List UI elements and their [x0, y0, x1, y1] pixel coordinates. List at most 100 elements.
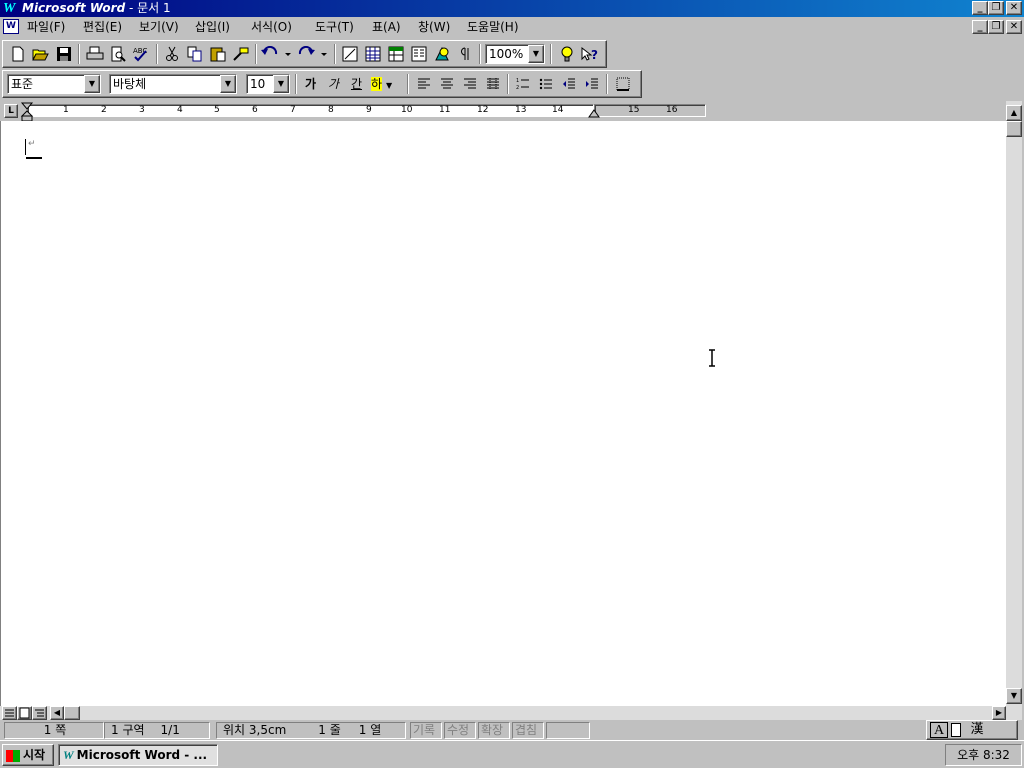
- normal-view-icon[interactable]: [2, 706, 17, 720]
- menu-table[interactable]: 표(A): [372, 19, 401, 35]
- window-title: Microsoft Word - 문서 1: [22, 0, 171, 17]
- status-trk-text: 수정: [447, 723, 470, 737]
- scroll-left-arrow-icon[interactable]: ◀: [50, 706, 64, 720]
- ime-english-icon[interactable]: A: [930, 722, 948, 738]
- numbering-icon[interactable]: 12: [511, 74, 534, 96]
- taskbar-word-button[interactable]: W Microsoft Word - ...: [58, 744, 218, 766]
- document-control-icon[interactable]: W: [3, 19, 19, 34]
- outline-view-icon[interactable]: [32, 706, 47, 720]
- font-select[interactable]: 바탕체 ▼: [109, 74, 237, 94]
- clock[interactable]: 오후 8:32: [957, 748, 1010, 762]
- borders-icon[interactable]: [611, 74, 634, 96]
- menu-help[interactable]: 도움말(H): [467, 19, 519, 35]
- paste-icon[interactable]: [206, 44, 229, 66]
- scroll-right-arrow-icon[interactable]: ▶: [992, 706, 1006, 720]
- status-rec-text: 기록: [413, 723, 436, 737]
- font-size-dropdown-arrow-icon[interactable]: ▼: [273, 75, 289, 93]
- cut-icon[interactable]: [160, 44, 183, 66]
- scroll-down-arrow-icon[interactable]: ▼: [1006, 688, 1022, 704]
- toolbar-separator: [295, 74, 297, 94]
- tab-stop-selector-icon[interactable]: L: [4, 104, 18, 118]
- doc-close-button[interactable]: ✕: [1006, 20, 1022, 34]
- style-select[interactable]: 표준 ▼: [7, 74, 101, 94]
- right-indent-marker-icon[interactable]: [587, 109, 601, 119]
- status-ovr[interactable]: 겹침: [512, 722, 544, 739]
- align-left-icon[interactable]: [412, 74, 435, 96]
- ime-fullwidth-icon[interactable]: [951, 723, 961, 737]
- save-icon[interactable]: [52, 44, 75, 66]
- justify-icon[interactable]: [481, 74, 504, 96]
- status-section-text: 1 구역: [111, 723, 145, 737]
- ruler-number: 14: [552, 105, 564, 115]
- doc-minimize-button[interactable]: _: [972, 20, 988, 34]
- zoom-select[interactable]: 100% ▼: [485, 44, 545, 64]
- insert-excel-icon[interactable]: [384, 44, 407, 66]
- open-icon[interactable]: [29, 44, 52, 66]
- vertical-scroll-thumb[interactable]: [1006, 121, 1022, 137]
- document-editing-area[interactable]: ↵: [0, 121, 1006, 706]
- bullets-icon[interactable]: [534, 74, 557, 96]
- ruler-number: 16: [666, 105, 678, 115]
- horizontal-scroll-thumb[interactable]: [64, 706, 80, 720]
- menu-tools[interactable]: 도구(T): [315, 19, 354, 35]
- print-preview-icon[interactable]: [106, 44, 129, 66]
- ruler-number: 1: [63, 105, 69, 115]
- italic-button[interactable]: 가: [322, 74, 345, 96]
- close-button[interactable]: ✕: [1006, 1, 1022, 15]
- help-icon[interactable]: ?: [578, 44, 601, 66]
- tip-wizard-icon[interactable]: [555, 44, 578, 66]
- style-dropdown-arrow-icon[interactable]: ▼: [84, 75, 100, 93]
- scroll-up-arrow-icon[interactable]: ▲: [1006, 105, 1022, 121]
- autoformat-icon[interactable]: [338, 44, 361, 66]
- increase-indent-icon[interactable]: [580, 74, 603, 96]
- status-trk[interactable]: 수정: [444, 722, 476, 739]
- spelling-icon[interactable]: ABC: [129, 44, 152, 66]
- menu-edit[interactable]: 편집(E): [83, 19, 122, 35]
- vertical-scrollbar[interactable]: ▲ ▼: [1006, 101, 1022, 706]
- font-dropdown-arrow-icon[interactable]: ▼: [220, 75, 236, 93]
- redo-icon[interactable]: [295, 44, 329, 66]
- print-icon[interactable]: [83, 44, 106, 66]
- restore-button[interactable]: ❐: [988, 1, 1004, 15]
- zoom-dropdown-arrow-icon[interactable]: ▼: [528, 45, 544, 63]
- font-size-value: 10: [250, 77, 266, 91]
- ruler-text-area[interactable]: [27, 104, 594, 117]
- ruler-right-margin[interactable]: [594, 104, 706, 117]
- copy-icon[interactable]: [183, 44, 206, 66]
- drawing-icon[interactable]: [430, 44, 453, 66]
- menu-file[interactable]: 파일(F): [27, 19, 65, 35]
- insert-table-icon[interactable]: [361, 44, 384, 66]
- font-value: 바탕체: [113, 77, 147, 91]
- toolbar-separator: [479, 44, 481, 64]
- bold-button[interactable]: 가: [299, 74, 322, 96]
- page-layout-view-icon[interactable]: [17, 706, 32, 720]
- windows-logo-icon: [6, 749, 20, 762]
- start-button[interactable]: 시작: [2, 744, 54, 766]
- new-icon[interactable]: [6, 44, 29, 66]
- undo-icon[interactable]: [259, 44, 293, 66]
- show-hide-icon[interactable]: [453, 44, 476, 66]
- doc-restore-button[interactable]: ❐: [988, 20, 1004, 34]
- align-center-icon[interactable]: [435, 74, 458, 96]
- align-right-icon[interactable]: [458, 74, 481, 96]
- menu-insert[interactable]: 삽입(I): [195, 19, 230, 35]
- ime-hanja-icon[interactable]: 漢: [967, 722, 987, 738]
- columns-icon[interactable]: [407, 44, 430, 66]
- horizontal-scrollbar[interactable]: ◀ ▶: [0, 706, 1022, 720]
- title-bar[interactable]: W Microsoft Word - 문서 1 _ ❐ ✕: [0, 0, 1024, 17]
- menu-window[interactable]: 창(W): [418, 19, 450, 35]
- highlight-button[interactable]: 하 ▼: [368, 74, 402, 96]
- highlight-dropdown-arrow-icon[interactable]: ▼: [386, 81, 392, 90]
- font-size-select[interactable]: 10 ▼: [246, 74, 290, 94]
- minimize-button[interactable]: _: [972, 1, 988, 15]
- start-label: 시작: [23, 748, 46, 762]
- svg-text:?: ?: [591, 48, 598, 62]
- status-ext[interactable]: 확장: [478, 722, 510, 739]
- menu-view[interactable]: 보기(V): [139, 19, 179, 35]
- format-painter-icon[interactable]: [229, 44, 252, 66]
- decrease-indent-icon[interactable]: [557, 74, 580, 96]
- underline-button[interactable]: 간: [345, 74, 368, 96]
- menu-format[interactable]: 서식(O): [251, 19, 292, 35]
- first-line-indent-marker-icon[interactable]: [20, 102, 34, 122]
- status-rec[interactable]: 기록: [410, 722, 442, 739]
